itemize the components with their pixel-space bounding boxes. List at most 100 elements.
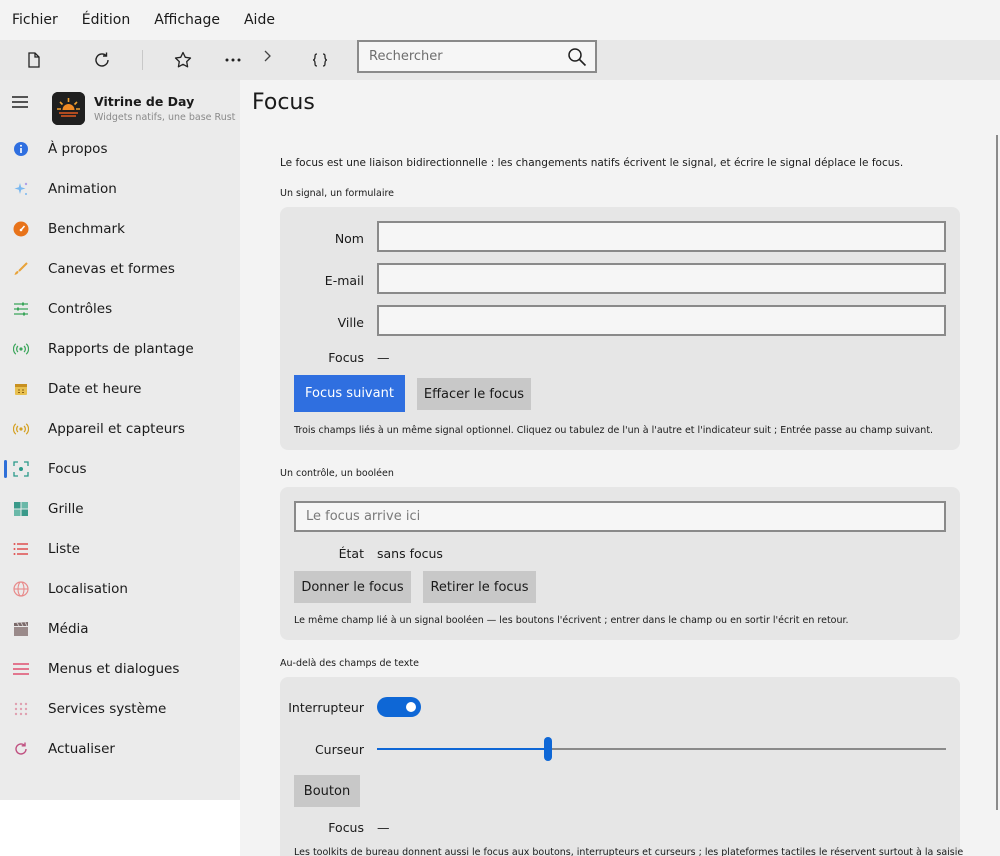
- sidebar-item-canevas[interactable]: Canevas et formes: [0, 249, 240, 289]
- ville-field[interactable]: [377, 305, 946, 336]
- remove-focus-button[interactable]: Retirer le focus: [423, 571, 536, 603]
- sidebar-item-label: Benchmark: [48, 221, 125, 237]
- toolbar-separator: [142, 50, 143, 70]
- braces-icon: [312, 53, 328, 67]
- sidebar-item-label: Actualiser: [48, 741, 115, 757]
- app-window: Fichier Édition Affichage Aide Recherche…: [0, 0, 1000, 856]
- sidebar-item-label: À propos: [48, 141, 108, 157]
- menu-aide[interactable]: Aide: [244, 12, 275, 28]
- slider-fill: [377, 748, 548, 750]
- star-icon: [174, 51, 192, 68]
- chevron-right-icon: [264, 50, 271, 62]
- switch-knob: [406, 702, 416, 712]
- sidebar-item-label: Appareil et capteurs: [48, 421, 185, 437]
- focus-indicator: —: [377, 350, 390, 365]
- intro-text: Le focus est une liaison bidirectionnell…: [280, 157, 904, 169]
- search-icon[interactable]: [567, 47, 587, 67]
- menu-fichier[interactable]: Fichier: [12, 12, 58, 28]
- focus-next-button[interactable]: Focus suivant: [294, 375, 405, 412]
- forward-button[interactable]: [258, 36, 276, 76]
- slider-thumb[interactable]: [543, 737, 552, 761]
- give-focus-button[interactable]: Donner le focus: [294, 571, 411, 603]
- sparkle-icon: [14, 182, 28, 195]
- focus-target-placeholder: Le focus arrive ici: [306, 509, 421, 524]
- sidebar-item-rapports[interactable]: Rapports de plantage: [0, 329, 240, 369]
- refresh-button[interactable]: [88, 40, 116, 80]
- globe-icon: [13, 581, 29, 597]
- sidebar-item-benchmark[interactable]: Benchmark: [0, 209, 240, 249]
- clear-focus-button[interactable]: Effacer le focus: [417, 378, 531, 410]
- brand-title: Vitrine de Day: [94, 94, 195, 109]
- vertical-scrollbar[interactable]: [996, 135, 998, 810]
- focus-target-input[interactable]: Le focus arrive ici: [294, 501, 946, 532]
- sidebar-item-focus[interactable]: Focus: [0, 449, 240, 489]
- code-button[interactable]: [306, 40, 334, 80]
- focus-indicator-2: —: [377, 820, 390, 835]
- sidebar-item-date[interactable]: Date et heure: [0, 369, 240, 409]
- favorite-button[interactable]: [169, 40, 197, 80]
- field-label-ville: Ville: [337, 315, 364, 330]
- switch-toggle[interactable]: [377, 697, 421, 717]
- sidebar-item-label: Menus et dialogues: [48, 661, 180, 677]
- brush-icon: [14, 262, 28, 275]
- nom-field[interactable]: [377, 221, 946, 252]
- generic-button[interactable]: Bouton: [294, 775, 360, 807]
- sidebar-item-media[interactable]: Média: [0, 609, 240, 649]
- sidebar-item-label: Focus: [48, 461, 87, 477]
- clapper-icon: [14, 621, 28, 636]
- sidebar-item-a-propos[interactable]: À propos: [0, 129, 240, 169]
- section-label-boolean: Un contrôle, un booléen: [280, 468, 394, 479]
- grid-icon: [14, 502, 28, 516]
- field-label-email: E-mail: [324, 273, 364, 288]
- sidebar-item-controles[interactable]: Contrôles: [0, 289, 240, 329]
- brand-subtitle: Widgets natifs, une base Rust: [94, 112, 236, 123]
- refresh-circle-icon: [15, 742, 27, 755]
- sidebar-item-liste[interactable]: Liste: [0, 529, 240, 569]
- focus-label: Focus: [328, 350, 364, 365]
- app-logo: [52, 92, 85, 125]
- sidebar-nav: À propos Animation Benchmark Canevas et …: [0, 129, 240, 769]
- section-label-form: Un signal, un formulaire: [280, 188, 395, 199]
- email-field[interactable]: [377, 263, 946, 294]
- more-icon: [225, 58, 241, 62]
- card-boolean: Le focus arrive ici État sans focus Donn…: [280, 487, 960, 640]
- card-beyond: Interrupteur Curseur Bouton Focus — Les …: [280, 677, 964, 856]
- sidebar-item-actualiser[interactable]: Actualiser: [0, 729, 240, 769]
- gauge-icon: [13, 221, 29, 237]
- sidebar-item-label: Grille: [48, 501, 84, 517]
- toolbar: Rechercher: [0, 40, 1000, 80]
- menu-affichage[interactable]: Affichage: [154, 12, 220, 28]
- sunset-logo-icon: [52, 92, 85, 125]
- more-button[interactable]: [219, 40, 247, 80]
- sidebar-item-localisation[interactable]: Localisation: [0, 569, 240, 609]
- sidebar-item-animation[interactable]: Animation: [0, 169, 240, 209]
- state-value: sans focus: [377, 546, 443, 561]
- card-form: Nom E-mail Ville Focus — Focus suivant E…: [280, 207, 960, 450]
- sidebar-item-label: Localisation: [48, 581, 128, 597]
- sidebar-item-label: Animation: [48, 181, 117, 197]
- field-label-nom: Nom: [334, 231, 364, 246]
- sidebar-item-label: Services système: [48, 701, 167, 717]
- menu-edition[interactable]: Édition: [82, 12, 130, 28]
- dots-grid-icon: [14, 702, 28, 716]
- search-input[interactable]: Rechercher: [357, 40, 597, 73]
- hamburger-menu-button[interactable]: [12, 93, 28, 112]
- menu-bar: Fichier Édition Affichage Aide: [0, 0, 1000, 40]
- sidebar-item-label: Contrôles: [48, 301, 113, 317]
- page-title: Focus: [252, 90, 315, 115]
- sliders-icon: [14, 302, 28, 316]
- info-icon: [14, 142, 28, 156]
- sensor-icon: [13, 423, 29, 435]
- list-icon: [13, 543, 28, 555]
- sidebar-item-menus[interactable]: Menus et dialogues: [0, 649, 240, 689]
- hamburger-icon: [12, 96, 28, 108]
- main-content: Focus Le focus est une liaison bidirecti…: [240, 80, 1000, 856]
- sidebar-item-label: Média: [48, 621, 89, 637]
- focus-label-2: Focus: [328, 820, 364, 835]
- sidebar-item-appareil[interactable]: Appareil et capteurs: [0, 409, 240, 449]
- sidebar-item-services[interactable]: Services système: [0, 689, 240, 729]
- boolean-hint: Le même champ lié à un signal booléen — …: [294, 615, 849, 626]
- beyond-hint: Les toolkits de bureau donnent aussi le …: [294, 847, 964, 856]
- sidebar-item-grille[interactable]: Grille: [0, 489, 240, 529]
- new-page-button[interactable]: [20, 40, 48, 80]
